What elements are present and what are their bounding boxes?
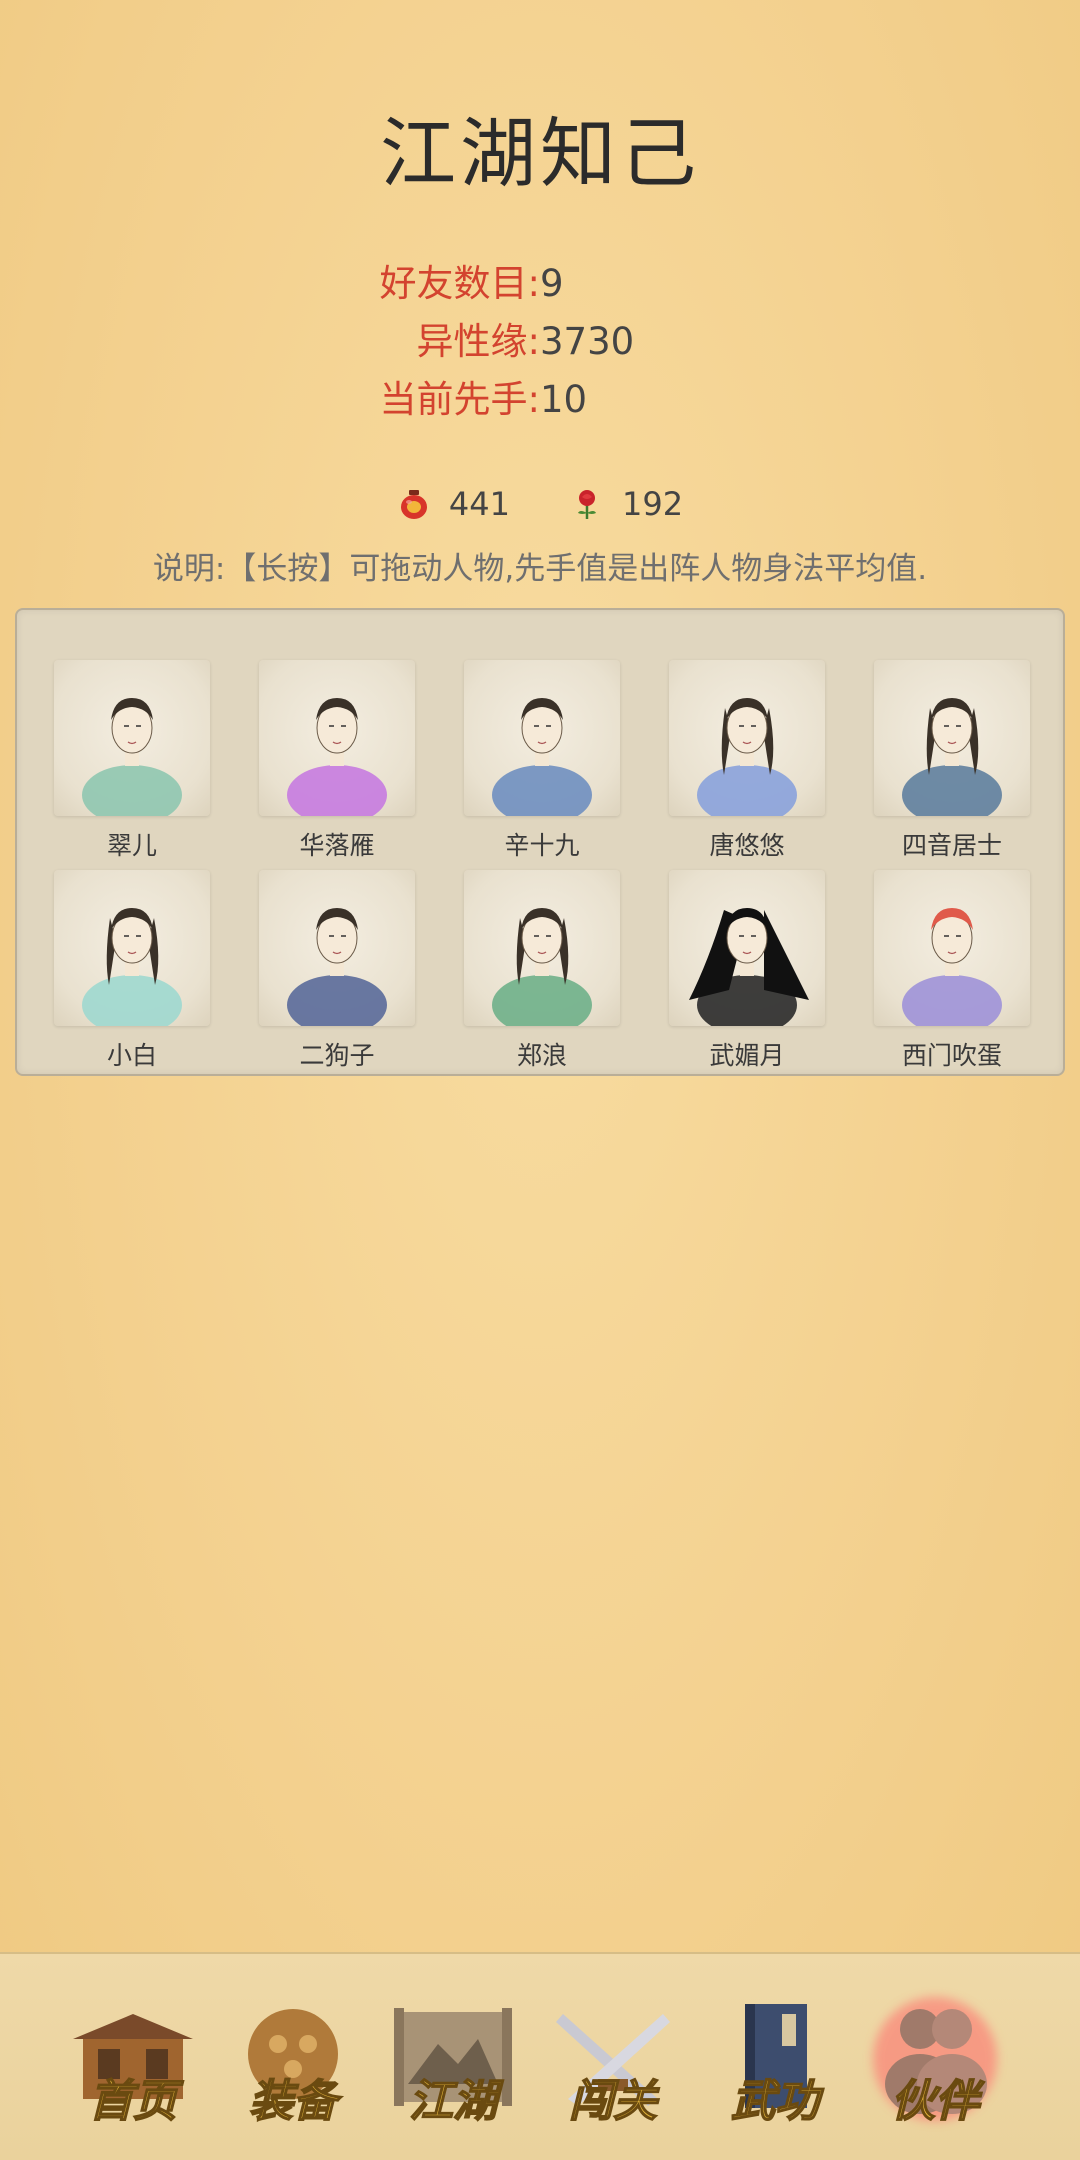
companion-card[interactable]: 二狗子: [259, 870, 415, 1070]
companion-card[interactable]: 郑浪: [464, 870, 620, 1070]
companion-card[interactable]: 小白: [54, 870, 210, 1070]
companion-panel: 翠儿 华落雁 辛十九 唐悠悠 四音居士 小白 二狗子 郑浪 武媚月 西门吹蛋: [15, 608, 1065, 1076]
companion-name: 二狗子: [299, 1041, 375, 1070]
companion-portrait: [54, 870, 210, 1026]
nav-label: 武功: [731, 2076, 824, 2127]
stat-value: 9: [540, 262, 564, 305]
currency-bar: 441 192: [0, 485, 1080, 523]
companion-portrait: [54, 660, 210, 816]
companion-card[interactable]: 西门吹蛋: [874, 870, 1030, 1070]
book-icon: 武功: [730, 2004, 825, 2128]
companion-card[interactable]: 华落雁: [259, 660, 415, 860]
stats-block: 好友数目: 9 异性缘: 3730 当前先手: 10: [0, 255, 1080, 429]
companion-name: 华落雁: [299, 831, 375, 860]
stat-label: 异性缘:: [416, 320, 540, 363]
stat-label: 好友数目:: [379, 262, 540, 305]
companions-icon: 伙伴: [873, 1997, 997, 2128]
companion-name: 西门吹蛋: [901, 1041, 1002, 1070]
wine-counter: 441: [397, 485, 510, 523]
companion-portrait: [464, 870, 620, 1026]
companion-portrait: [259, 870, 415, 1026]
companion-name: 翠儿: [106, 831, 157, 860]
companion-name: 辛十九: [504, 831, 580, 860]
stat-initiative: 当前先手: 10: [0, 371, 1080, 429]
companion-portrait: [259, 660, 415, 816]
nav-label: 闯关: [569, 2076, 660, 2127]
stat-charm: 异性缘: 3730: [0, 313, 1080, 371]
companion-name: 唐悠悠: [709, 831, 785, 860]
wine-jar-icon: [397, 487, 431, 521]
stat-value: 3730: [540, 320, 635, 363]
bottom-nav: 首页 装备 江湖 闯关 武功 伙伴: [0, 1952, 1080, 2160]
companion-card[interactable]: 唐悠悠: [669, 660, 825, 860]
nav-scroll-map[interactable]: 江湖: [378, 1984, 528, 2134]
companion-portrait: [874, 870, 1030, 1026]
companion-name: 武媚月: [709, 1041, 785, 1070]
stat-friend-count: 好友数目: 9: [0, 255, 1080, 313]
armor-icon: 装备: [248, 2009, 344, 2128]
stat-value: 10: [540, 378, 588, 421]
companion-portrait: [464, 660, 620, 816]
nav-companions[interactable]: 伙伴: [860, 1984, 1010, 2134]
nav-label: 装备: [249, 2076, 343, 2127]
stat-label: 当前先手:: [379, 378, 540, 421]
wine-count: 441: [448, 485, 510, 523]
scroll-map-icon: 江湖: [394, 2008, 512, 2128]
nav-house[interactable]: 首页: [58, 1984, 208, 2134]
nav-book[interactable]: 武功: [700, 1984, 850, 2134]
rose-count: 192: [622, 485, 684, 523]
crossed-swords-icon: 闯关: [556, 2014, 670, 2128]
companion-portrait: [669, 870, 825, 1026]
nav-armor[interactable]: 装备: [218, 1984, 368, 2134]
companion-name: 小白: [106, 1041, 157, 1070]
companion-name: 郑浪: [516, 1041, 567, 1070]
companion-card[interactable]: 翠儿: [54, 660, 210, 860]
companion-card[interactable]: 四音居士: [874, 660, 1030, 860]
instruction-note: 说明:【长按】可拖动人物,先手值是出阵人物身法平均值.: [152, 551, 928, 587]
nav-crossed-swords[interactable]: 闯关: [538, 1984, 688, 2134]
nav-label: 首页: [89, 2076, 184, 2127]
page-title: 江湖知己: [380, 109, 700, 198]
rose-counter: 192: [570, 485, 683, 523]
companion-card[interactable]: 辛十九: [464, 660, 620, 860]
companion-name: 四音居士: [901, 831, 1002, 860]
companion-portrait: [874, 660, 1030, 816]
house-icon: 首页: [73, 2014, 193, 2128]
companion-portrait: [669, 660, 825, 816]
rose-icon: [570, 487, 604, 521]
companion-card[interactable]: 武媚月: [669, 870, 825, 1070]
nav-label: 伙伴: [891, 2076, 985, 2127]
nav-label: 江湖: [409, 2076, 504, 2127]
